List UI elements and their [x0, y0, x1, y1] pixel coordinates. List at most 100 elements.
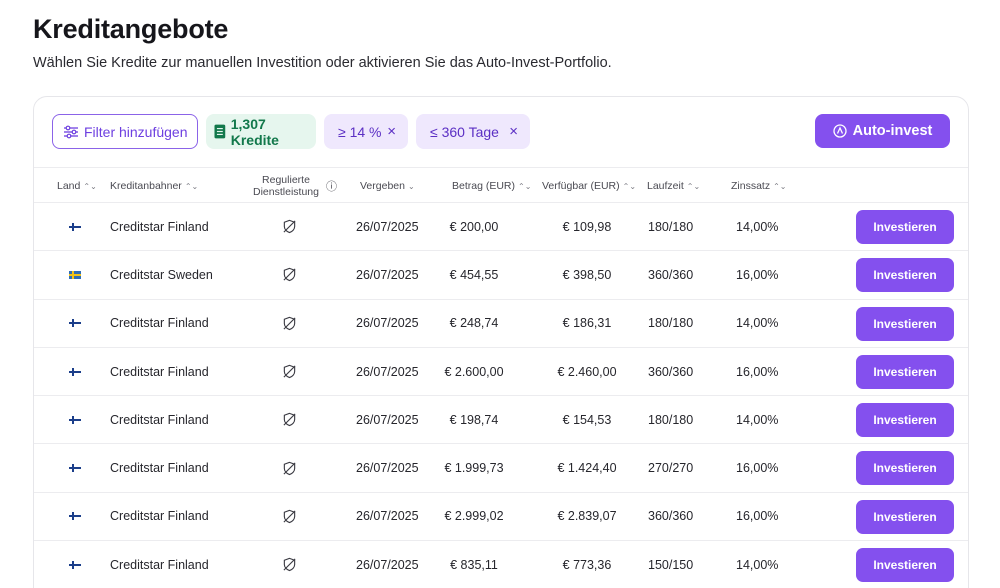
column-reguliert-label-line2: Dienstleistung	[253, 186, 319, 198]
laufzeit-cell: 150/150	[648, 557, 694, 572]
invest-button[interactable]: Investieren	[856, 210, 954, 244]
info-icon[interactable]: ⓘ	[326, 168, 337, 204]
zinssatz-cell: 14,00%	[736, 219, 779, 234]
column-anbahner-label: Kreditanbahner	[110, 180, 182, 192]
loan-count-badge: 1,307 Kredite	[206, 114, 316, 149]
column-betrag-label: Betrag (EUR)	[452, 180, 516, 192]
betrag-cell: € 248,74	[449, 316, 499, 331]
betrag-cell: € 2.999,02	[444, 509, 504, 524]
not-regulated-icon	[282, 444, 297, 491]
betrag-cell: € 835,11	[450, 557, 498, 572]
betrag-cell: € 198,74	[449, 412, 499, 427]
invest-button[interactable]: Investieren	[856, 354, 954, 389]
verfuegbar-cell: € 398,50	[562, 267, 612, 282]
betrag-cell: € 2.600,00	[444, 364, 504, 379]
not-regulated-icon	[282, 251, 297, 298]
column-laufzeit[interactable]: Laufzeit ⌃⌄	[647, 168, 700, 204]
vergeben-cell: 26/07/2025	[356, 461, 419, 476]
flag-se-icon	[69, 270, 81, 279]
flag-cell	[69, 300, 81, 347]
vergeben-cell: 26/07/2025	[356, 557, 419, 572]
sort-down-icon: ⌄	[407, 181, 415, 191]
flag-cell	[69, 251, 81, 298]
not-regulated-icon	[282, 203, 297, 250]
invest-button[interactable]: Investieren	[856, 451, 954, 486]
column-zinssatz[interactable]: Zinssatz ⌃⌄	[731, 168, 787, 204]
vergeben-cell: 26/07/2025	[356, 364, 419, 379]
invest-button[interactable]: Investieren	[856, 403, 954, 438]
invest-button[interactable]: Investieren	[856, 258, 954, 293]
invest-button[interactable]: Investieren	[856, 548, 954, 583]
column-reguliert[interactable]: Regulierte Dienstleistung	[246, 168, 326, 204]
anbahner-cell: Creditstar Finland	[110, 219, 209, 234]
verfuegbar-cell: € 2.839,07	[557, 509, 617, 524]
invest-button[interactable]: Investieren	[856, 306, 954, 341]
close-icon[interactable]: ×	[387, 123, 396, 140]
column-vergeben[interactable]: Vergeben ⌄	[360, 168, 415, 204]
laufzeit-cell: 360/360	[648, 509, 694, 524]
document-icon	[214, 124, 226, 139]
laufzeit-cell: 360/360	[648, 267, 694, 282]
column-anbahner[interactable]: Kreditanbahner ⌃⌄	[110, 168, 198, 204]
column-land[interactable]: Land ⌃⌄	[57, 168, 97, 204]
column-land-label: Land	[57, 180, 81, 192]
vergeben-cell: 26/07/2025	[356, 219, 419, 234]
laufzeit-cell: 270/270	[648, 461, 694, 476]
flag-cell	[69, 444, 81, 491]
column-vergeben-label: Vergeben	[360, 180, 405, 192]
not-regulated-icon	[282, 348, 297, 395]
verfuegbar-cell: € 186,31	[562, 316, 612, 331]
verfuegbar-cell: € 2.460,00	[557, 364, 617, 379]
filter-chip-rate[interactable]: ≥ 14 % ×	[324, 114, 408, 149]
table-row: Creditstar Finland 26/07/2025 € 835,11 € 77…	[34, 541, 968, 588]
table-row: Creditstar Finland 26/07/2025 € 248,74 € 18…	[34, 300, 968, 348]
filter-chip-days-label: ≤ 360 Tage	[430, 123, 499, 140]
loans-card: Filter hinzufügen 1,307 Kredite ≥ 14 % ×…	[33, 96, 969, 588]
sort-icon: ⌃⌄	[622, 181, 637, 191]
anbahner-cell: Creditstar Finland	[110, 461, 209, 476]
laufzeit-cell: 360/360	[648, 364, 694, 379]
anbahner-cell: Creditstar Finland	[110, 557, 209, 572]
column-verfuegbar[interactable]: Verfügbar (EUR) ⌃⌄	[542, 168, 636, 204]
verfuegbar-cell: € 1.424,40	[557, 461, 617, 476]
anbahner-cell: Creditstar Sweden	[110, 267, 213, 282]
verfuegbar-cell: € 773,36	[562, 557, 612, 572]
table-row: Creditstar Finland 26/07/2025 € 2.600,00 € …	[34, 348, 968, 397]
anbahner-cell: Creditstar Finland	[110, 316, 209, 331]
table-row: Creditstar Sweden 26/07/2025 € 454,55 € 398…	[34, 251, 968, 300]
zinssatz-cell: 14,00%	[736, 557, 779, 572]
toolbar: Filter hinzufügen 1,307 Kredite ≥ 14 % ×…	[34, 97, 968, 167]
close-icon[interactable]: ×	[509, 123, 518, 140]
anbahner-cell: Creditstar Finland	[110, 412, 209, 427]
sort-icon: ⌃⌄	[686, 181, 701, 191]
column-betrag[interactable]: Betrag (EUR) ⌃⌄	[452, 168, 531, 204]
table-row: Creditstar Finland 26/07/2025 € 2.999,02 € …	[34, 493, 968, 542]
loan-count-label: 1,307 Kredite	[230, 115, 279, 148]
sort-icon: ⌃⌄	[518, 181, 532, 191]
column-verfuegbar-label: Verfügbar (EUR)	[542, 180, 620, 192]
auto-invest-button[interactable]: Auto-invest	[815, 114, 950, 148]
anbahner-cell: Creditstar Finland	[110, 509, 209, 524]
vergeben-cell: 26/07/2025	[356, 316, 419, 331]
table-row: Creditstar Finland 26/07/2025 € 1.999,73 € …	[34, 444, 968, 493]
sort-icon: ⌃⌄	[83, 181, 97, 191]
vergeben-cell: 26/07/2025	[356, 412, 419, 427]
column-reguliert-label: Regulierte Dienstleistung	[253, 174, 319, 198]
flag-fi-icon	[69, 222, 81, 231]
add-filter-button[interactable]: Filter hinzufügen	[52, 114, 198, 149]
flag-fi-icon	[69, 367, 81, 376]
verfuegbar-cell: € 109,98	[562, 219, 612, 234]
table-row: Creditstar Finland 26/07/2025 € 198,74 € 15…	[34, 396, 968, 445]
vergeben-cell: 26/07/2025	[356, 509, 419, 524]
verfuegbar-cell: € 154,53	[562, 412, 612, 427]
flag-cell	[69, 348, 81, 395]
flag-fi-icon	[69, 464, 81, 473]
filter-chip-days[interactable]: ≤ 360 Tage ×	[416, 114, 530, 149]
zinssatz-cell: 16,00%	[736, 267, 779, 282]
flag-cell	[69, 541, 81, 588]
invest-button[interactable]: Investieren	[856, 499, 954, 534]
flag-cell	[69, 396, 81, 443]
laufzeit-cell: 180/180	[648, 316, 694, 331]
zinssatz-cell: 14,00%	[736, 316, 779, 331]
table-row: Creditstar Finland 26/07/2025 € 200,00 € 10…	[34, 203, 968, 252]
